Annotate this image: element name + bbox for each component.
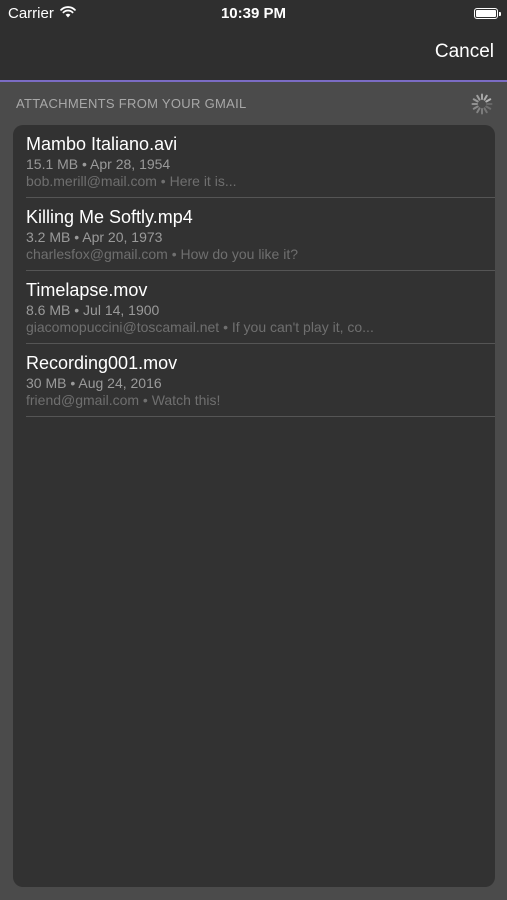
attachment-size-date: 15.1 MB • Apr 28, 1954: [26, 156, 171, 172]
attachment-item[interactable]: Mambo Italiano.avi 15.1 MB • Apr 28, 195…: [13, 125, 495, 198]
battery-fill: [476, 10, 496, 17]
status-time: 10:39 PM: [220, 5, 287, 22]
attachment-sender-preview: bob.merill@mail.com • Here it is...: [26, 173, 237, 189]
attachment-sender-preview: friend@gmail.com • Watch this!: [26, 392, 221, 408]
attachments-list: Mambo Italiano.avi 15.1 MB • Apr 28, 195…: [13, 125, 495, 417]
navigation-bar: Carrier 10:39 PM Cancel: [0, 0, 507, 82]
spinner-spoke: [476, 107, 481, 114]
attachment-size-date: 8.6 MB • Jul 14, 1900: [26, 302, 160, 318]
attachment-item[interactable]: Timelapse.mov 8.6 MB • Jul 14, 1900 giac…: [13, 271, 495, 344]
cancel-button[interactable]: Cancel: [435, 41, 494, 63]
attachment-item[interactable]: Recording001.mov 30 MB • Aug 24, 2016 fr…: [13, 344, 495, 417]
spinner-spoke: [483, 107, 488, 114]
attachment-filename: Timelapse.mov: [26, 280, 148, 300]
attachment-sender-preview: charlesfox@gmail.com • How do you like i…: [26, 246, 298, 262]
screen: Carrier 10:39 PM Cancel ATTACHMENTS FROM…: [0, 0, 507, 900]
attachment-filename: Mambo Italiano.avi: [26, 134, 178, 154]
attachment-filename: Recording001.mov: [26, 353, 178, 373]
spinner-spoke: [472, 105, 479, 110]
section-header: ATTACHMENTS FROM YOUR GMAIL: [16, 96, 247, 111]
attachment-size-date: 30 MB • Aug 24, 2016: [26, 375, 162, 391]
spinner-spoke: [485, 105, 492, 110]
attachment-filename: Killing Me Softly.mp4: [26, 207, 193, 227]
spinner-spoke: [483, 94, 488, 101]
spinner-spoke: [485, 98, 492, 103]
attachments-card: Mambo Italiano.avi 15.1 MB • Apr 28, 195…: [13, 125, 495, 887]
status-bar: Carrier 10:39 PM: [0, 0, 507, 28]
activity-spinner-icon: [471, 93, 493, 115]
attachment-sender-preview: giacomopuccini@toscamail.net • If you ca…: [26, 319, 374, 335]
spinner-spoke: [472, 98, 479, 103]
attachment-size-date: 3.2 MB • Apr 20, 1973: [26, 229, 163, 245]
battery-icon: [474, 8, 501, 19]
attachment-item[interactable]: Killing Me Softly.mp4 3.2 MB • Apr 20, 1…: [13, 198, 495, 271]
spinner-spoke: [476, 94, 481, 101]
